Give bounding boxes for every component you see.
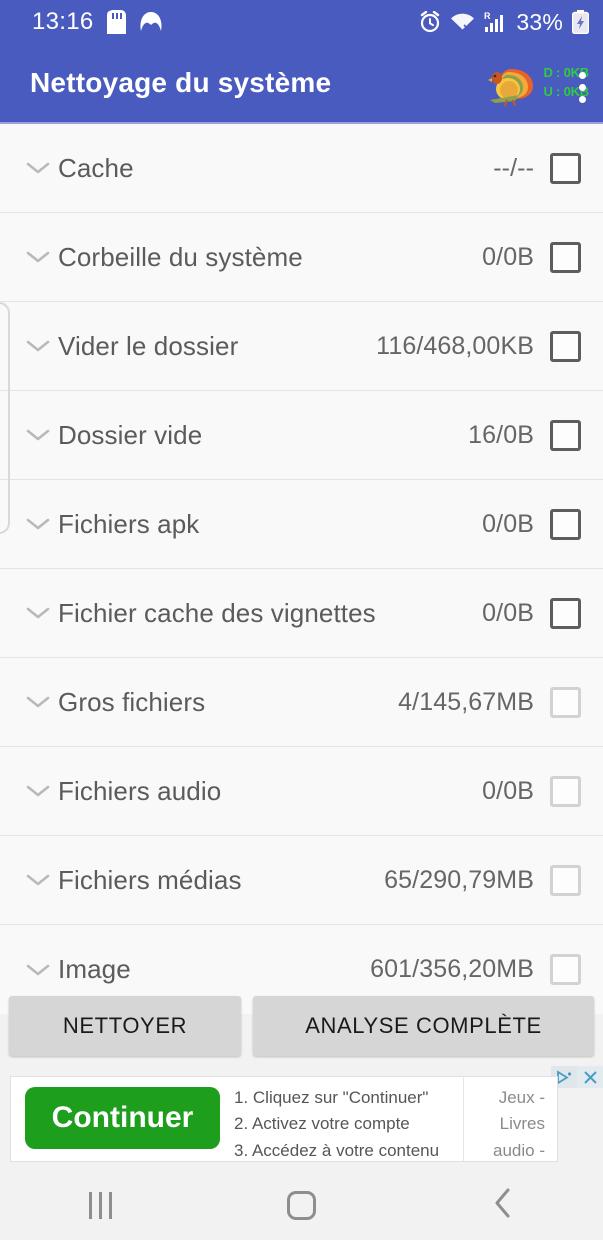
category-size: 65/290,79MB	[384, 865, 534, 894]
status-bar-right: R 33%	[419, 9, 589, 36]
battery-percent-label: 33%	[516, 8, 563, 35]
alarm-icon	[419, 11, 441, 33]
ad-step: 1. Cliquez sur "Continuer"	[234, 1088, 429, 1107]
app-screen: 13:16 R 33% Nettoyage du système D: 0KB…	[0, 0, 603, 1240]
category-size: --/--	[493, 153, 534, 182]
ad-banner[interactable]: Continuer 1. Cliquez sur "Continuer" 2. …	[0, 1066, 603, 1170]
app-bar-actions: D : 0KB U : 0KB	[485, 59, 589, 107]
ad-content[interactable]: Continuer 1. Cliquez sur "Continuer" 2. …	[10, 1076, 558, 1162]
category-checkbox[interactable]	[550, 597, 581, 629]
battery-charging-icon	[572, 10, 589, 34]
category-size: 601/356,20MB	[370, 955, 534, 983]
close-icon[interactable]	[577, 1066, 603, 1088]
ad-steps-list: 1. Cliquez sur "Continuer" 2. Activez vo…	[234, 1085, 440, 1161]
category-label: Fichier cache des vignettes	[58, 597, 376, 628]
chevron-down-icon[interactable]	[18, 160, 58, 176]
category-row[interactable]: Fichiers médias 65/290,79MB	[0, 836, 603, 925]
ad-category-list: Jeux - Livres audio - Musiques	[463, 1077, 557, 1161]
category-row[interactable]: Dossier vide 16/0B	[0, 391, 603, 480]
category-size: 116/468,00KB	[376, 331, 534, 360]
chevron-down-icon[interactable]	[18, 872, 58, 888]
chevron-down-icon[interactable]	[18, 516, 58, 532]
category-checkbox[interactable]	[550, 508, 581, 540]
cleanup-category-list: Cache --/-- Corbeille du système 0/0B Vider …	[0, 124, 603, 1014]
category-row[interactable]: Vider le dossier 116/468,00KB	[0, 302, 603, 391]
category-checkbox[interactable]	[550, 686, 581, 718]
system-navigation-bar	[0, 1170, 603, 1240]
overflow-menu-icon[interactable]	[579, 72, 586, 103]
category-row[interactable]: Fichier cache des vignettes 0/0B	[0, 569, 603, 658]
category-size: 16/0B	[468, 420, 534, 449]
category-size: 0/0B	[482, 242, 534, 271]
category-label: Cache	[58, 152, 134, 183]
ad-category: Jeux -	[498, 1088, 545, 1107]
category-label: Corbeille du système	[58, 241, 303, 272]
signal-bars-icon: R	[484, 10, 507, 34]
category-row[interactable]: Cache --/--	[0, 124, 603, 213]
category-size: 0/0B	[482, 776, 534, 805]
category-row[interactable]: Fichiers apk 0/0B	[0, 480, 603, 569]
svg-text:R: R	[484, 11, 491, 21]
ad-controls	[551, 1066, 603, 1088]
status-bar: 13:16 R 33%	[0, 0, 603, 44]
chevron-down-icon[interactable]	[18, 694, 58, 710]
category-size: 0/0B	[482, 509, 534, 538]
category-label: Dossier vide	[58, 419, 203, 450]
recents-button[interactable]	[0, 1191, 201, 1219]
category-size: 4/145,67MB	[398, 687, 534, 716]
ad-category: Livres	[499, 1114, 545, 1134]
category-label: Fichiers apk	[58, 508, 200, 539]
recents-icon	[89, 1191, 112, 1219]
sd-card-icon	[106, 10, 126, 34]
category-label: Image	[58, 954, 131, 984]
ad-category: audio -	[493, 1140, 545, 1160]
category-row[interactable]: Fichiers audio 0/0B	[0, 747, 603, 836]
chevron-down-icon[interactable]	[18, 783, 58, 799]
category-label: Fichiers audio	[58, 775, 222, 806]
chevron-down-icon[interactable]	[18, 338, 58, 354]
chevron-down-icon[interactable]	[18, 962, 58, 978]
status-bar-left: 13:16	[32, 8, 163, 36]
back-button[interactable]	[402, 1187, 603, 1224]
category-label: Gros fichiers	[58, 686, 206, 717]
category-checkbox[interactable]	[550, 241, 581, 273]
ad-cta-button[interactable]: Continuer	[25, 1087, 220, 1149]
ad-step: 2. Activez votre compte	[234, 1114, 410, 1134]
category-row[interactable]: Gros fichiers 4/145,67MB	[0, 658, 603, 747]
category-checkbox[interactable]	[550, 419, 581, 451]
category-checkbox[interactable]	[550, 152, 581, 184]
category-checkbox[interactable]	[550, 775, 581, 807]
category-checkbox[interactable]	[550, 954, 581, 985]
ad-step: 3. Accédez à votre contenu	[234, 1140, 440, 1160]
full-scan-button[interactable]: ANALYSE COMPLÈTE	[253, 996, 594, 1056]
chevron-down-icon[interactable]	[18, 427, 58, 443]
home-button[interactable]	[201, 1190, 402, 1220]
category-label: Fichiers médias	[58, 864, 242, 895]
action-button-bar: NETTOYER ANALYSE COMPLÈTE	[0, 996, 603, 1056]
turkey-icon[interactable]	[485, 59, 537, 107]
malwarebytes-icon	[139, 11, 163, 33]
page-title: Nettoyage du système	[30, 67, 332, 98]
category-row[interactable]: Corbeille du système 0/0B	[0, 213, 603, 302]
wifi-icon	[450, 11, 475, 33]
clean-button[interactable]: NETTOYER	[9, 996, 241, 1056]
category-checkbox[interactable]	[550, 864, 581, 896]
app-bar: Nettoyage du système D : 0KB U: 0KB	[0, 44, 603, 122]
chevron-down-icon[interactable]	[18, 249, 58, 265]
category-label: Vider le dossier	[58, 330, 239, 361]
status-bar-clock: 13:16	[32, 8, 94, 35]
home-icon	[287, 1190, 316, 1220]
back-icon	[492, 1187, 514, 1224]
category-size: 0/0B	[482, 598, 534, 627]
chevron-down-icon[interactable]	[18, 605, 58, 621]
category-checkbox[interactable]	[550, 330, 581, 362]
